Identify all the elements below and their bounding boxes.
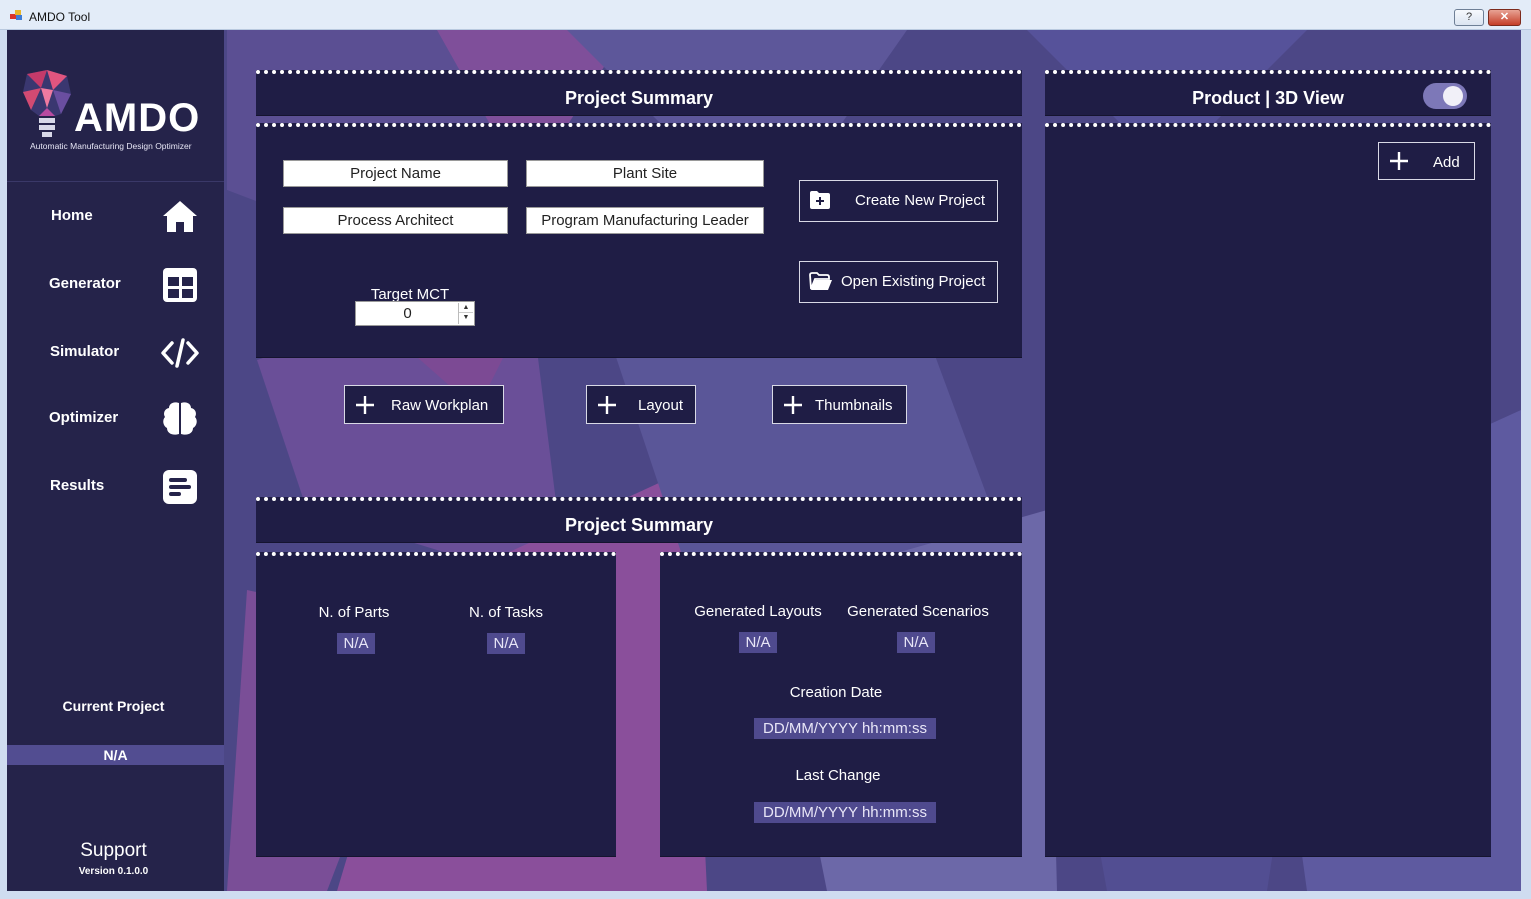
logo-area: AMDO Automatic Manufacturing Design Opti… [7,30,224,182]
sidebar-item-label: Simulator [50,343,120,360]
n-tasks-label: N. of Tasks [469,604,543,621]
current-project-label: Current Project [62,698,165,714]
creation-date-value: DD/MM/YYYY hh:mm:ss [754,718,936,739]
generated-layouts-label: Generated Layouts [694,603,822,620]
create-new-project-label: Create New Project [855,192,986,209]
app-logo-text: AMDO [74,96,201,140]
grid-icon [163,268,197,302]
sidebar-item-label: Home [51,207,93,224]
parts-tasks-panel: N. of Parts N/A N. of Tasks N/A [256,552,616,857]
add-layout-button[interactable]: Layout [586,385,696,424]
support-link[interactable]: Support [7,840,220,862]
creation-date-label: Creation Date [789,684,883,701]
version-label: Version 0.1.0.0 [78,866,149,877]
generated-scenarios-label: Generated Scenarios [847,603,989,620]
plant-site-field[interactable]: Plant Site [526,160,764,187]
n-parts-value: N/A [337,633,375,654]
window-titlebar: AMDO Tool ? ✕ [0,0,1531,30]
add-product-button[interactable]: Add [1378,142,1475,180]
help-button[interactable]: ? [1454,9,1484,26]
stepper-arrows: ▲ ▼ [458,303,473,324]
process-architect-field[interactable]: Process Architect [283,207,508,234]
document-icon [163,470,197,504]
app-client-area: AMDO Automatic Manufacturing Design Opti… [7,30,1521,891]
stepper-up-arrow-icon[interactable]: ▲ [459,303,473,313]
lightbulb-logo-icon [23,70,71,137]
sidebar-item-label: Results [50,477,105,494]
home-icon [163,201,197,232]
sidebar-item-label: Optimizer [49,409,119,426]
last-change-label: Last Change [795,767,881,784]
target-mct-stepper[interactable]: 0 ▲ ▼ [355,301,475,326]
code-icon [161,338,199,368]
create-new-project-button[interactable]: Create New Project [799,180,998,222]
brain-icon [163,402,197,435]
stepper-down-arrow-icon[interactable]: ▼ [459,313,473,323]
add-thumbnails-button[interactable]: Thumbnails [772,385,907,424]
add-layout-label: Layout [638,397,684,414]
plus-icon [356,396,374,414]
summary-header-title: Project Summary [564,515,714,535]
sidebar-item-label: Generator [49,275,121,292]
project-header-panel: Project Summary [256,70,1022,116]
project-header-title: Project Summary [564,88,714,108]
open-existing-project-button[interactable]: Open Existing Project [799,261,998,303]
folder-open-icon [809,272,832,290]
sidebar-item-optimizer[interactable]: Optimizer [7,386,224,452]
sidebar-item-simulator[interactable]: Simulator [7,320,224,386]
plus-icon [598,396,616,414]
close-button[interactable]: ✕ [1488,9,1521,26]
plus-icon [1390,152,1408,170]
last-change-value: DD/MM/YYYY hh:mm:ss [754,802,936,823]
generated-layouts-value: N/A [739,632,777,653]
add-thumbnails-label: Thumbnails [815,397,893,414]
plus-icon [784,396,802,414]
product-view-panel: Add [1045,123,1491,857]
generated-scenarios-value: N/A [897,632,935,653]
app-logo-subtitle: Automatic Manufacturing Design Optimizer [30,141,192,151]
sidebar-item-results[interactable]: Results [7,454,224,520]
project-name-field[interactable]: Project Name [283,160,508,187]
n-tasks-value: N/A [487,633,525,654]
sidebar-item-home[interactable]: Home [7,184,224,250]
open-existing-project-label: Open Existing Project [841,273,986,290]
add-raw-workplan-label: Raw Workplan [391,397,489,414]
folder-plus-icon [810,191,830,209]
summary-header-panel: Project Summary [256,497,1022,543]
add-product-label: Add [1433,154,1460,171]
add-raw-workplan-button[interactable]: Raw Workplan [344,385,504,424]
window-title: AMDO Tool [29,10,91,24]
target-mct-value: 0 [403,305,412,322]
program-manufacturing-leader-field[interactable]: Program Manufacturing Leader [526,207,764,234]
sidebar-item-generator[interactable]: Generator [7,252,224,318]
3d-view-toggle[interactable] [1423,83,1467,109]
generated-panel: Generated Layouts N/A Generated Scenario… [660,552,1022,857]
n-parts-label: N. of Parts [318,604,390,621]
sidebar: AMDO Automatic Manufacturing Design Opti… [7,30,224,891]
current-project-value: N/A [7,745,224,765]
app-icon [10,10,22,20]
